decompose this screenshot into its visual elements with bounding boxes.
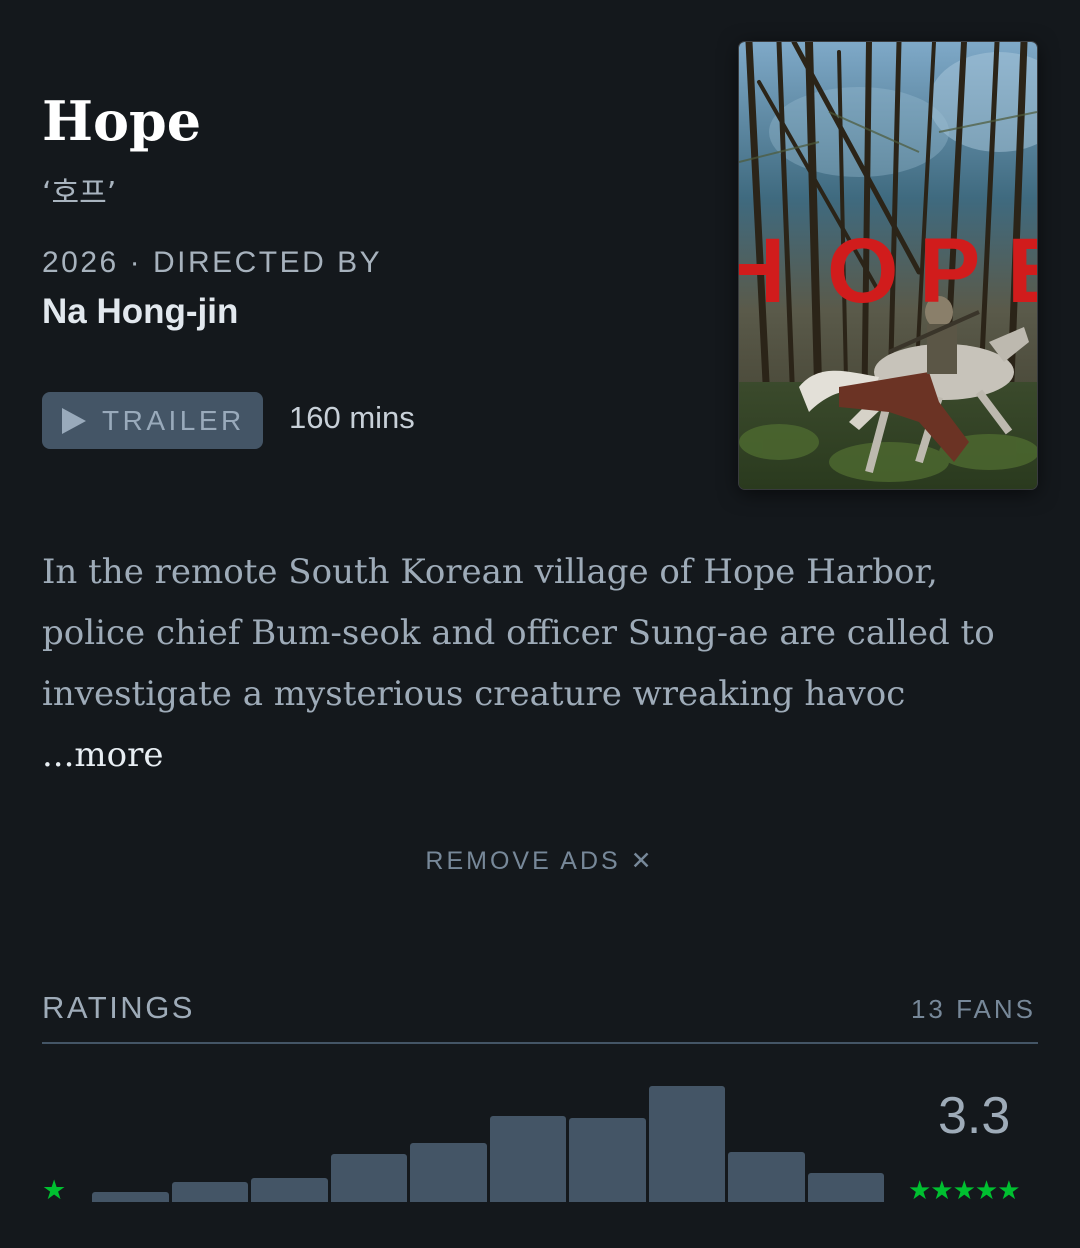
histogram-bar[interactable]: [410, 1142, 487, 1202]
trailer-button[interactable]: TRAILER: [42, 392, 263, 449]
synopsis-more-link[interactable]: ...more: [42, 735, 164, 775]
ratings-header: RATINGS 13 FANS: [42, 990, 1038, 1044]
histogram-bar[interactable]: [728, 1152, 805, 1202]
play-icon: [62, 407, 86, 434]
histogram-bar[interactable]: [569, 1118, 646, 1202]
histogram-bar[interactable]: [489, 1116, 566, 1202]
poster-image: H O P E: [739, 42, 1037, 489]
svg-text:P: P: [919, 220, 980, 322]
synopsis-text: In the remote South Korean village of Ho…: [42, 552, 995, 714]
runtime: 160 mins: [289, 400, 415, 435]
histogram-bar[interactable]: [171, 1182, 248, 1202]
film-meta: 2026 · DIRECTED BY: [42, 246, 382, 280]
film-poster[interactable]: H O P E: [739, 42, 1037, 489]
film-synopsis[interactable]: In the remote South Korean village of Ho…: [42, 542, 1032, 786]
svg-text:E: E: [1007, 220, 1037, 322]
histogram-bar[interactable]: [251, 1177, 328, 1202]
fans-count-link[interactable]: 13 FANS: [911, 994, 1036, 1025]
film-title: Hope: [42, 89, 202, 153]
ratings-histogram: [92, 1060, 884, 1202]
histogram-bar[interactable]: [648, 1086, 725, 1202]
five-stars-icon: ★★★★★: [908, 1176, 1021, 1206]
trailer-label: TRAILER: [102, 404, 245, 436]
release-year[interactable]: 2026: [42, 246, 119, 279]
director-name[interactable]: Na Hong-jin: [42, 292, 238, 332]
star-icon: ★: [42, 1175, 67, 1206]
svg-text:O: O: [827, 220, 899, 322]
meta-separator: ·: [129, 246, 143, 279]
remove-ads-link[interactable]: REMOVE ADS ✕: [0, 846, 1080, 876]
histogram-bar[interactable]: [92, 1191, 169, 1202]
average-rating[interactable]: 3.3: [938, 1086, 1010, 1146]
histogram-bar[interactable]: [330, 1154, 407, 1202]
histogram-bar[interactable]: [807, 1173, 884, 1202]
original-title: ‘호프’: [42, 176, 117, 211]
directed-by-label: DIRECTED BY: [152, 246, 383, 279]
ratings-heading: RATINGS: [42, 990, 195, 1025]
svg-text:H: H: [739, 220, 785, 322]
